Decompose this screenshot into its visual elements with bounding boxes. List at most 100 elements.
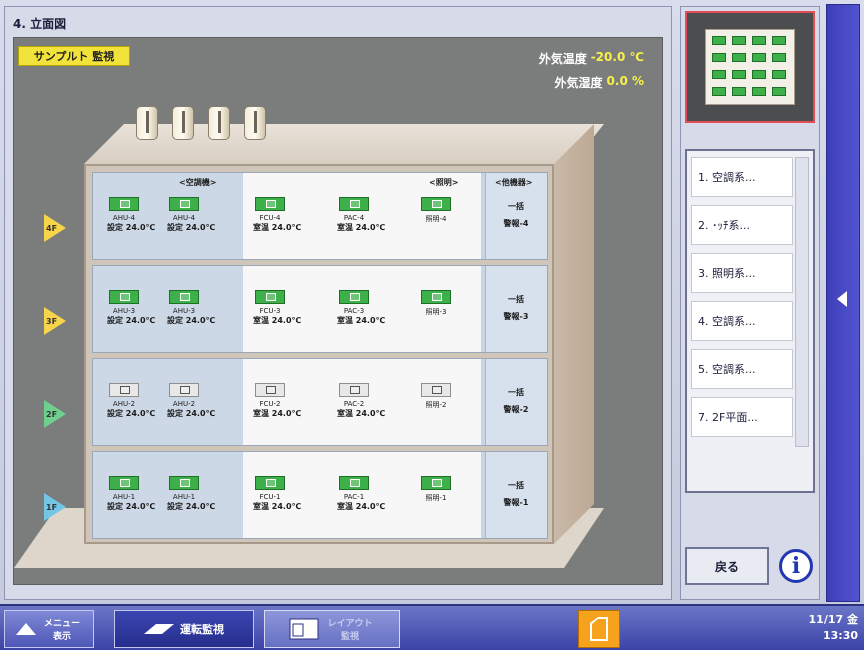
rooftop-tank-icon[interactable] [172, 106, 194, 140]
alarm-summary[interactable]: 一括警報-1 [493, 480, 539, 508]
equipment-status-icon [255, 476, 285, 490]
equipment-unit[interactable]: AHU-1 設定 24.0℃ [167, 476, 215, 512]
operation-icon [144, 624, 174, 634]
alarm-summary-bottom: 警報-1 [503, 498, 529, 507]
alarm-page-icon [590, 617, 608, 641]
thumbnail-unit-icon [712, 36, 726, 45]
equipment-setpoint: 室温 24.0℃ [253, 409, 302, 418]
equipment-unit[interactable]: AHU-2 設定 24.0℃ [107, 383, 155, 419]
thumbnail-unit-icon [732, 87, 746, 96]
overview-thumbnail[interactable] [685, 11, 815, 123]
floor-marker-icon[interactable]: 4F [44, 214, 66, 242]
equipment-status-icon [255, 290, 285, 304]
equipment-setpoint: 室温 24.0℃ [253, 502, 302, 511]
equipment-name: 照明-3 [425, 308, 447, 316]
menu-button[interactable]: メニュー 表示 [4, 610, 94, 648]
equipment-glyph-icon [432, 386, 442, 394]
equipment-status-icon [421, 383, 451, 397]
alarm-summary[interactable]: 一括警報-4 [493, 201, 539, 229]
equipment-name: AHU-3 [172, 307, 196, 315]
screen-list-item[interactable]: 1. 空調系... [691, 157, 793, 197]
outside-temperature-value: -20.0 ℃ [590, 50, 644, 64]
zone-header-other: <他機器> [495, 178, 533, 187]
equipment-glyph-icon [180, 200, 190, 208]
sample-mode-badge[interactable]: サンプルト 監視 [18, 46, 130, 66]
equipment-setpoint: 室温 24.0℃ [337, 409, 386, 418]
alarm-summary-top: 一括 [508, 481, 524, 490]
clock: 11/17 金 13:30 [809, 612, 858, 644]
equipment-unit[interactable]: PAC-1 室温 24.0℃ [337, 476, 385, 512]
rooftop-tank-icon[interactable] [208, 106, 230, 140]
equipment-unit[interactable]: AHU-2 設定 24.0℃ [167, 383, 215, 419]
equipment-unit[interactable]: 照明-1 [419, 476, 453, 503]
alarm-summary[interactable]: 一括 警報-2 [493, 387, 539, 415]
equipment-name: AHU-2 [172, 400, 196, 408]
outside-temperature: 外気温度 -20.0 ℃ [539, 50, 644, 67]
equipment-unit[interactable]: AHU-1 設定 24.0℃ [107, 476, 155, 512]
equipment-glyph-icon [120, 293, 130, 301]
equipment-status-icon [169, 197, 199, 211]
equipment-name: 照明-2 [425, 401, 447, 409]
clock-date: 11/17 金 [808, 613, 858, 626]
equipment-unit[interactable]: FCU-4 室温 24.0℃ [253, 197, 302, 233]
layout-monitor-button[interactable]: レイアウト 監視 [264, 610, 400, 648]
list-scrollbar[interactable] [795, 157, 809, 447]
equipment-glyph-icon [350, 200, 360, 208]
equipment-name: FCU-3 [259, 307, 281, 315]
alarm-summary-bottom: 警報-4 [503, 219, 529, 228]
equipment-unit[interactable]: PAC-4 室温 24.0℃ [337, 197, 385, 233]
thumbnail-unit-icon [772, 53, 786, 62]
equipment-glyph-icon [266, 386, 276, 394]
taskbar: メニュー 表示 運転監視 レイアウト 監視 11/17 金 13:30 [0, 604, 864, 650]
equipment-unit[interactable]: AHU-4 設定 24.0℃ [107, 197, 155, 233]
equipment-status-icon [421, 197, 451, 211]
operation-monitor-button[interactable]: 運転監視 [114, 610, 254, 648]
equipment-unit[interactable]: PAC-2 室温 24.0℃ [337, 383, 386, 419]
equipment-unit[interactable]: FCU-2 室温 24.0℃ [253, 383, 302, 419]
equipment-unit[interactable]: AHU-4 設定 24.0℃ [167, 197, 216, 233]
equipment-setpoint: 室温 24.0℃ [253, 223, 302, 232]
equipment-status-icon [339, 290, 369, 304]
alarm-summary[interactable]: 一括 警報-3 [493, 294, 539, 322]
outside-humidity: 外気湿度 0.0 % [555, 74, 644, 91]
collapse-panel-button[interactable] [826, 4, 860, 602]
equipment-status-icon [421, 476, 451, 490]
screen-list-item[interactable]: 5. 空調系... [691, 349, 793, 389]
equipment-name: FCU-2 [259, 400, 281, 408]
clock-time: 13:30 [822, 629, 858, 642]
equipment-setpoint: 設定 24.0℃ [167, 223, 216, 232]
alarm-icon[interactable] [578, 610, 620, 648]
equipment-unit[interactable]: 照明-3 [419, 290, 453, 317]
screen-list-item[interactable]: 2. ･ｯﾁ系... [691, 205, 793, 245]
equipment-name: FCU-4 [259, 214, 281, 222]
equipment-glyph-icon [350, 386, 360, 394]
rooftop-tank-icon[interactable] [136, 106, 158, 140]
screen-list-item[interactable]: 7. 2F平面... [691, 397, 793, 437]
equipment-name: PAC-3 [343, 307, 365, 315]
equipment-unit[interactable]: 照明-4 [419, 197, 453, 224]
equipment-name: 照明-1 [425, 494, 447, 502]
equipment-status-icon [169, 383, 199, 397]
equipment-unit[interactable]: AHU-3 設定 24.0℃ [107, 290, 155, 326]
screen-list-item[interactable]: 4. 空調系... [691, 301, 793, 341]
equipment-status-icon [169, 476, 199, 490]
equipment-unit[interactable]: AHU-3 設定 24.0℃ [167, 290, 215, 326]
equipment-status-icon [339, 476, 369, 490]
arrow-up-icon [16, 623, 36, 635]
equipment-unit[interactable]: 照明-2 [419, 383, 453, 410]
info-icon[interactable]: i [779, 549, 813, 583]
alarm-summary-top: 一括 [508, 202, 524, 211]
floor-marker-icon[interactable]: 3F [44, 307, 66, 335]
equipment-unit[interactable]: FCU-1 室温 24.0℃ [253, 476, 302, 512]
screen-list-item[interactable]: 3. 照明系... [691, 253, 793, 293]
floor-marker-icon[interactable]: 2F [44, 400, 66, 428]
equipment-name: AHU-1 [172, 493, 196, 501]
equipment-glyph-icon [120, 386, 130, 394]
equipment-setpoint: 室温 24.0℃ [253, 316, 302, 325]
rooftop-tank-icon[interactable] [244, 106, 266, 140]
thumbnail-unit-icon [732, 70, 746, 79]
equipment-status-icon [109, 476, 139, 490]
equipment-unit[interactable]: PAC-3 室温 24.0℃ [337, 290, 385, 326]
equipment-unit[interactable]: FCU-3 室温 24.0℃ [253, 290, 302, 326]
return-button[interactable]: 戻る [685, 547, 769, 585]
